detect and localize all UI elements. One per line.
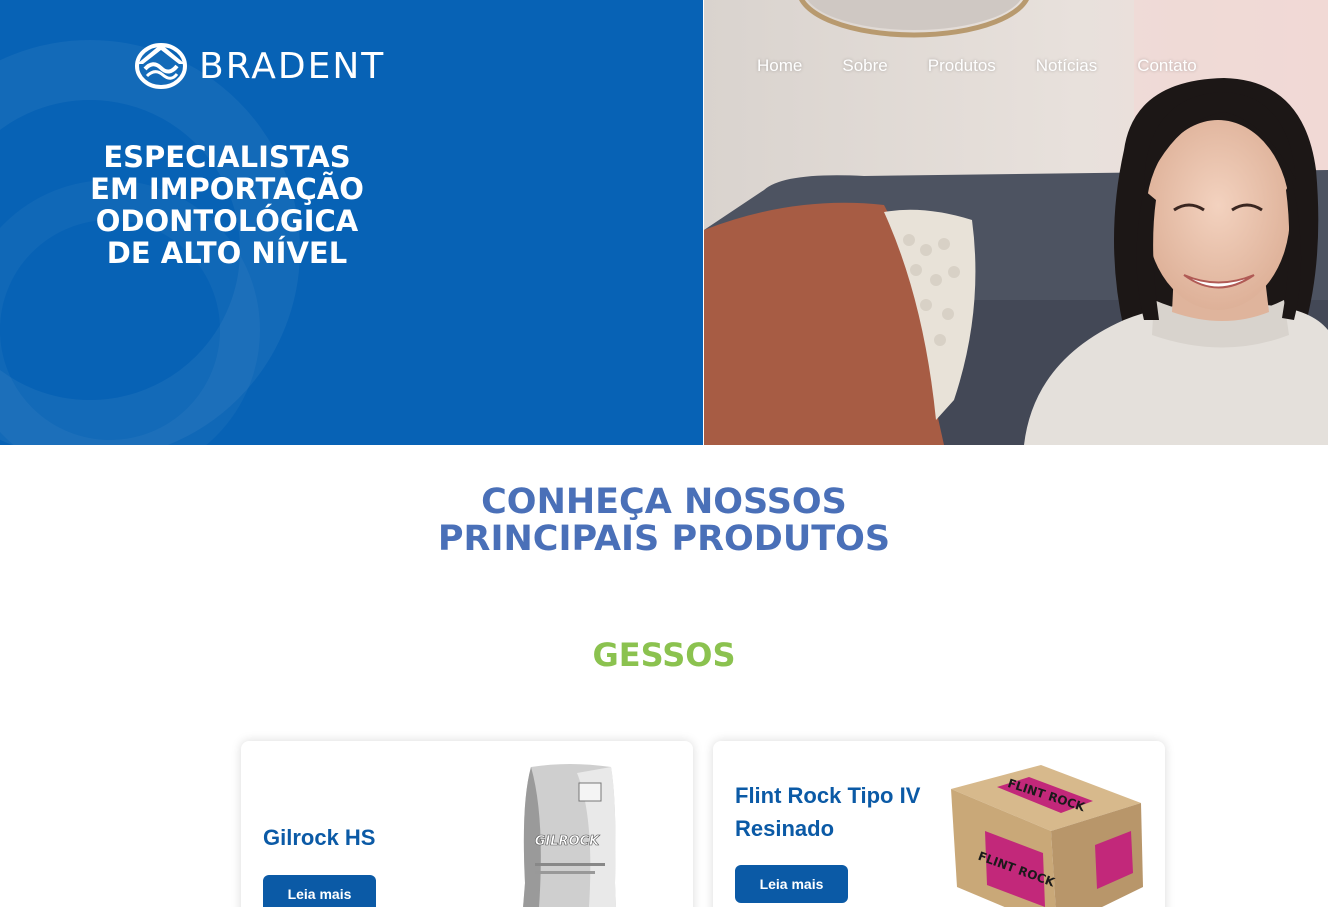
hero-title-line: DE ALTO NÍVEL [106, 236, 348, 270]
nav-item-contato[interactable]: Contato [1137, 56, 1197, 76]
category-title: GESSOS [592, 636, 736, 674]
hero-title-line: ESPECIALISTAS [103, 140, 351, 174]
read-more-button[interactable]: Leia mais [735, 865, 848, 903]
nav-item-sobre[interactable]: Sobre [842, 56, 887, 76]
nav-item-produtos[interactable]: Produtos [928, 56, 996, 76]
main-nav: Home Sobre Produtos Notícias Contato [757, 56, 1237, 76]
nav-item-home[interactable]: Home [757, 56, 802, 76]
section-title-line: CONHEÇA NOSSOS [481, 482, 847, 522]
hero-title-line: ODONTOLÓGICA [95, 204, 359, 238]
svg-text:GILROCK: GILROCK [535, 834, 600, 849]
product-name[interactable]: Flint Rock Tipo IV Resinado [735, 779, 925, 845]
product-card: Flint Rock Tipo IV Resinado Leia mais FL… [713, 741, 1165, 907]
hero-title-line: EM IMPORTAÇÃO [90, 172, 364, 206]
hero-title: ESPECIALISTAS EM IMPORTAÇÃO ODONTOLÓGICA… [60, 141, 394, 269]
hero-left-panel: BRADENT ESPECIALISTAS EM IMPORTAÇÃO ODON… [0, 0, 703, 445]
flint-rock-box-image[interactable]: FLINT ROCK FLINT ROCK [945, 761, 1145, 907]
brand-name: BRADENT [199, 45, 386, 87]
nav-item-noticias[interactable]: Notícias [1036, 56, 1097, 76]
section-title: CONHEÇA NOSSOS PRINCIPAIS PRODUTOS [0, 484, 1328, 558]
product-name[interactable]: Gilrock HS [263, 821, 463, 854]
product-card: Gilrock HS Leia mais GILROCK [241, 741, 693, 907]
read-more-button[interactable]: Leia mais [263, 875, 376, 907]
section-title-line: PRINCIPAIS PRODUTOS [437, 519, 891, 559]
gilrock-package-image[interactable]: GILROCK [517, 763, 621, 907]
brand-logo[interactable]: BRADENT [133, 42, 385, 90]
logo-mark-icon [135, 43, 187, 89]
hero-banner: BRADENT ESPECIALISTAS EM IMPORTAÇÃO ODON… [0, 0, 1328, 445]
